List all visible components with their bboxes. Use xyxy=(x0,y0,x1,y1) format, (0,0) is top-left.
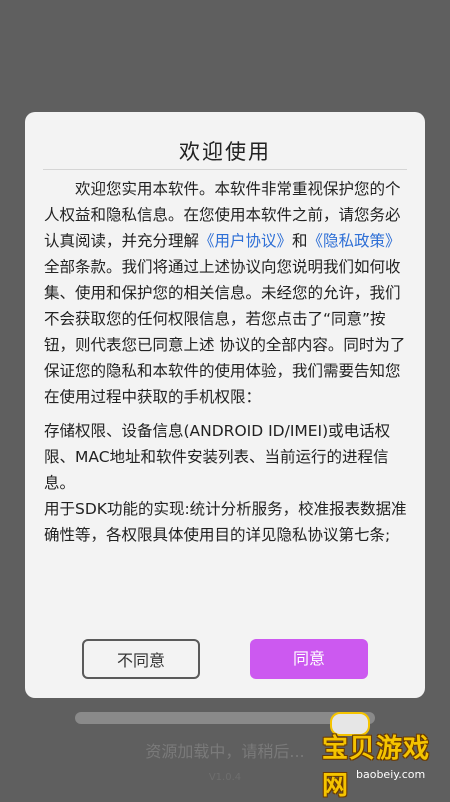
user-agreement-link[interactable]: 《用户协议》 xyxy=(199,232,292,250)
agree-button[interactable]: 同意 xyxy=(250,639,368,679)
intro-text-and: 和 xyxy=(292,232,308,250)
watermark-logo: 宝贝游戏网 baobeiy.com xyxy=(300,712,450,801)
dialog-body: 欢迎您实用本软件。本软件非常重视保护您的个人权益和隐私信息。在您使用本软件之前，… xyxy=(44,176,408,548)
disagree-button[interactable]: 不同意 xyxy=(82,639,200,679)
privacy-policy-link[interactable]: 《隐私政策》 xyxy=(308,232,401,250)
intro-text-b: 全部条款。我们将通过上述协议向您说明我们如何收集、使用和保护您的相关信息。未经您… xyxy=(44,258,406,406)
title-divider xyxy=(43,169,407,170)
intro-paragraph: 欢迎您实用本软件。本软件非常重视保护您的个人权益和隐私信息。在您使用本软件之前，… xyxy=(44,176,408,410)
privacy-dialog: 欢迎使用 欢迎您实用本软件。本软件非常重视保护您的个人权益和隐私信息。在您使用本… xyxy=(25,112,425,698)
permissions-paragraph: 存储权限、设备信息(ANDROID ID/IMEI)或电话权限、MAC地址和软件… xyxy=(44,422,391,492)
watermark-text: 宝贝游戏网 xyxy=(322,734,431,801)
dialog-title: 欢迎使用 xyxy=(179,140,271,164)
watermark-url: baobeiy.com xyxy=(356,768,426,781)
sdk-paragraph: 用于SDK功能的实现:统计分析服务，校准报表数据准确性等，各权限具体使用目的详见… xyxy=(44,500,407,544)
